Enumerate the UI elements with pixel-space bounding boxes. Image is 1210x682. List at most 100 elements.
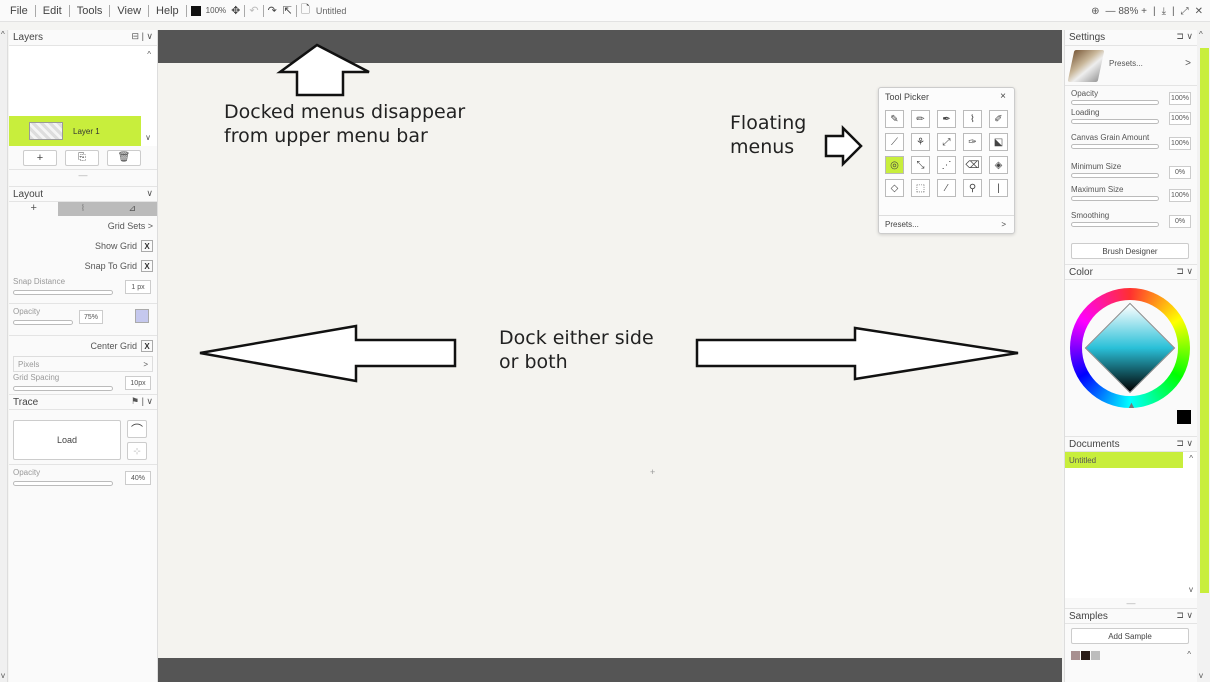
maximum-size-slider[interactable] — [1071, 196, 1159, 201]
position-trace-icon[interactable]: ⊹ — [127, 442, 147, 460]
sample-swatch[interactable] — [1091, 651, 1100, 660]
watercolor-tool-icon[interactable]: ⤢ — [937, 133, 956, 151]
layers-header[interactable]: Layers ⊟ | ∨ — [9, 30, 157, 46]
select-tool-icon[interactable]: ⬚ — [911, 179, 930, 197]
chevron-up-icon[interactable]: ^ — [1189, 454, 1193, 463]
layout-header[interactable]: Layout ∨ — [9, 186, 157, 202]
layer-row[interactable]: Layer 1 — [9, 116, 141, 146]
brush-tool-icon[interactable]: ⌇ — [963, 110, 982, 128]
tab-perspective[interactable]: ⊿ — [107, 202, 157, 216]
show-grid-checkbox[interactable]: X — [141, 240, 153, 252]
smudge-tool-icon[interactable]: ◎ — [885, 156, 904, 174]
pencil-tool-icon[interactable]: ✏ — [911, 110, 930, 128]
settings-header[interactable]: Settings ⊐ ∨ — [1065, 30, 1197, 46]
dock-menu-icon[interactable]: ⊐ ∨ — [1176, 438, 1193, 449]
canvas-grain-slider[interactable] — [1071, 144, 1159, 149]
center-grid-checkbox[interactable]: X — [141, 340, 153, 352]
chevron-up-icon[interactable]: ^ — [1, 30, 5, 39]
sample-swatch[interactable] — [1081, 651, 1090, 660]
maximum-size-value[interactable]: 100% — [1169, 189, 1191, 202]
airbrush-tool-icon[interactable]: ⟋ — [885, 133, 904, 151]
move-icon[interactable]: ✥ — [228, 4, 243, 17]
chevron-down-icon[interactable]: ∨ — [146, 188, 153, 199]
left-edge-scroll[interactable]: ^ v — [0, 30, 8, 682]
grid-color-swatch[interactable] — [135, 309, 149, 323]
chevron-up-icon[interactable]: ^ — [147, 50, 151, 59]
menu-view[interactable]: View — [111, 5, 147, 17]
pen-tool-icon[interactable]: ✎ — [885, 110, 904, 128]
grid-spacing-value[interactable]: 10px — [125, 376, 151, 390]
dropper-tool-icon[interactable]: ⚲ — [963, 179, 982, 197]
glitter-tool-icon[interactable]: ◇ — [885, 179, 904, 197]
menu-help[interactable]: Help — [150, 5, 185, 17]
texture-tool-icon[interactable]: ⋰ — [937, 156, 956, 174]
chevron-down-icon[interactable]: v — [1189, 585, 1193, 594]
tab-grid[interactable]: + — [9, 202, 58, 216]
smoothing-value[interactable]: 0% — [1169, 215, 1191, 228]
dock-menu-icon[interactable]: ⊐ ∨ — [1176, 31, 1193, 42]
samples-header[interactable]: Samples ⊐ ∨ — [1065, 608, 1197, 624]
canvas-grain-value[interactable]: 100% — [1169, 137, 1191, 150]
color-header[interactable]: Color ⊐ ∨ — [1065, 264, 1197, 280]
loading-slider[interactable] — [1071, 119, 1159, 124]
tool-picker-presets[interactable]: Presets... > — [879, 215, 1014, 233]
grid-opacity-value[interactable]: 75% — [79, 310, 103, 324]
fill-tool-icon[interactable]: ⬕ — [989, 133, 1008, 151]
opacity-slider[interactable] — [1071, 100, 1159, 105]
tab-symmetry[interactable]: ⦚ — [58, 202, 108, 216]
minimum-size-value[interactable]: 0% — [1169, 166, 1191, 179]
sample-swatch[interactable] — [1071, 651, 1080, 660]
chevron-up-icon[interactable]: ^ — [1187, 650, 1191, 659]
trace-opacity-slider[interactable] — [13, 481, 113, 486]
hue-marker-icon[interactable]: ▲ — [1127, 400, 1136, 410]
snap-distance-slider[interactable] — [13, 290, 113, 295]
menu-file[interactable]: File — [4, 5, 34, 17]
eraser-tool-icon[interactable]: ⌫ — [963, 156, 982, 174]
minimum-size-slider[interactable] — [1071, 173, 1159, 178]
menu-tools[interactable]: Tools — [71, 5, 109, 17]
export-icon[interactable]: ⇱ — [280, 4, 295, 17]
undo-icon[interactable]: ↶ — [246, 4, 261, 17]
grid-opacity-slider[interactable] — [13, 320, 73, 325]
ink-tool-icon[interactable]: ✐ — [989, 110, 1008, 128]
dock-menu-icon[interactable]: ⊟ | ∨ — [132, 31, 153, 42]
load-trace-button[interactable]: Load — [13, 420, 121, 460]
document-icon[interactable]: 🗋 — [298, 1, 313, 20]
documents-header[interactable]: Documents ⊐ ∨ — [1065, 436, 1197, 452]
grid-sets-row[interactable]: Grid Sets > — [9, 216, 157, 236]
grid-spacing-slider[interactable] — [13, 386, 113, 391]
right-zoom[interactable]: — 88% + — [1103, 6, 1150, 17]
palette-knife-tool-icon[interactable]: ✑ — [963, 133, 982, 151]
redo-icon[interactable]: ↷ — [265, 4, 280, 17]
brush-preset-row[interactable]: Presets... > — [1065, 46, 1197, 86]
add-layer-button[interactable]: + — [23, 149, 57, 166]
document-item[interactable]: Untitled — [1065, 452, 1183, 468]
snap-distance-value[interactable]: 1 px — [125, 280, 151, 294]
trace-opacity-value[interactable]: 40% — [125, 471, 151, 485]
chevron-up-icon[interactable]: ^ — [1199, 30, 1203, 39]
ruler-tool-icon[interactable]: | — [989, 179, 1008, 197]
current-color-swatch[interactable] — [1177, 410, 1191, 424]
close-icon[interactable]: × — [1000, 91, 1006, 102]
rotate-trace-icon[interactable]: ⌒ — [127, 420, 147, 438]
dock-menu-icon[interactable]: ⊐ ∨ — [1176, 610, 1193, 621]
fullscreen-icon[interactable]: ⤢ — [1178, 6, 1192, 17]
add-sample-button[interactable]: Add Sample — [1071, 628, 1189, 644]
duplicate-layer-button[interactable]: ⎘ — [65, 149, 99, 166]
chevron-down-icon[interactable]: v — [1199, 671, 1203, 680]
snap-to-grid-checkbox[interactable]: X — [141, 260, 153, 272]
pin-icon[interactable]: ⚑ | ∨ — [131, 396, 153, 407]
picker-tool-icon[interactable]: ⁄ — [937, 179, 956, 197]
bucket-tool-icon[interactable]: ◈ — [989, 156, 1008, 174]
fit-icon[interactable]: ⊕ — [1088, 6, 1102, 17]
zoom-level[interactable]: 100% — [204, 6, 228, 15]
tool-picker-header[interactable]: Tool Picker × — [879, 88, 1014, 106]
trace-header[interactable]: Trace ⚑ | ∨ — [9, 394, 157, 410]
opacity-value[interactable]: 100% — [1169, 92, 1191, 105]
oil-brush-tool-icon[interactable]: ⚘ — [911, 133, 930, 151]
download-icon[interactable]: ⤓ — [1159, 6, 1169, 17]
close-icon[interactable]: ✕ — [1192, 6, 1206, 17]
marker-tool-icon[interactable]: ✒ — [937, 110, 956, 128]
delete-layer-button[interactable]: 🗑 — [107, 149, 141, 166]
loading-value[interactable]: 100% — [1169, 112, 1191, 125]
